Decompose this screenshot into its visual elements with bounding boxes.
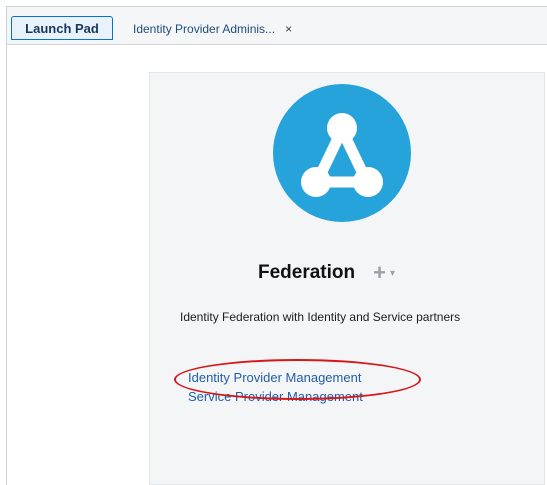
tab-launch-pad-label: Launch Pad (25, 20, 99, 36)
tab-launch-pad[interactable]: Launch Pad (11, 16, 113, 40)
federation-icon (273, 84, 411, 222)
card-title: Federation (258, 262, 356, 283)
service-provider-management-link[interactable]: Service Provider Management (188, 389, 363, 404)
card-title-row: Federation + ▾ (258, 258, 395, 288)
card-description: Identity Federation with Identity and Se… (180, 310, 461, 324)
add-icon[interactable]: + (373, 262, 386, 284)
identity-provider-management-link[interactable]: Identity Provider Management (188, 370, 361, 385)
federation-triangle-icon (301, 113, 383, 197)
tab-identity-provider-admin[interactable]: Identity Provider Adminis... × (133, 19, 292, 39)
chevron-down-icon[interactable]: ▾ (390, 268, 395, 279)
tab-identity-provider-label: Identity Provider Adminis... (133, 22, 276, 36)
close-icon[interactable]: × (285, 22, 292, 36)
